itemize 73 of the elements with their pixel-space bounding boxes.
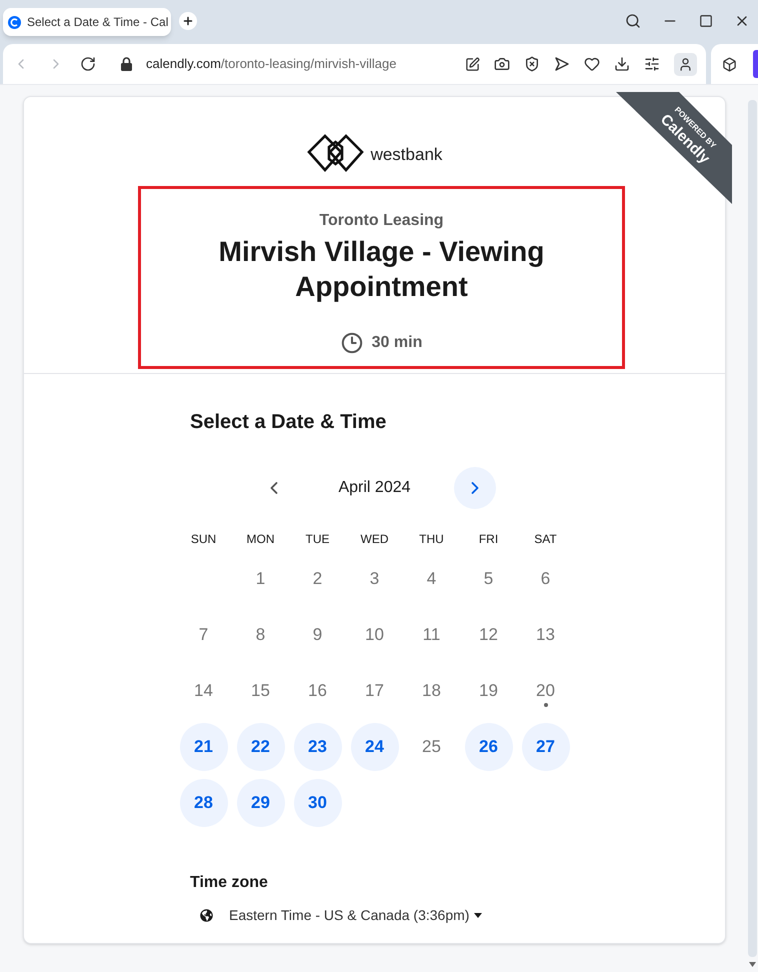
weekday-label: SAT [534,531,557,548]
lock-icon [121,57,132,71]
tab-title: Select a Date & Time - Cal [27,14,168,31]
day-button[interactable]: 30 [294,779,342,827]
day-number: 8 [256,625,266,645]
globe-icon [200,909,213,922]
day-number: 19 [479,681,498,701]
day-number: 1 [256,569,266,589]
weekday-label: WED [360,531,388,548]
time-zone-value: Eastern Time - US & Canada (3:36pm) [229,906,470,925]
day-button[interactable]: 27 [522,723,570,771]
day-button[interactable]: 29 [236,779,284,827]
shield-icon[interactable] [524,56,540,72]
day-number: 14 [194,681,213,701]
day-number: 2 [312,569,322,589]
cube-icon[interactable] [722,56,737,72]
day-button[interactable]: 21 [180,723,228,771]
day-number: 4 [426,569,436,589]
weekday-label: THU [419,531,444,548]
new-tab-button[interactable] [179,12,197,30]
day-number: 3 [370,569,380,589]
day-number: 18 [422,681,441,701]
arrow-icon[interactable] [554,56,570,72]
camera-icon[interactable] [494,56,510,72]
day-number: 6 [540,569,550,589]
day-number: 7 [198,625,208,645]
maximize-icon[interactable] [699,14,713,28]
calendar-heading: Select a Date & Time [190,410,386,434]
organizer-name: Toronto Leasing [319,211,444,231]
caret-down-icon [474,913,482,918]
sidebar-tab-marker [753,50,758,78]
weekday-label: SUN [190,531,216,548]
plus-icon [182,15,194,27]
day-button[interactable]: 28 [180,779,228,827]
day-number: 10 [365,625,384,645]
edit-icon[interactable] [465,56,480,72]
clock-icon [340,332,363,354]
logo-mark-icon [306,133,364,173]
person-icon [678,56,693,72]
day-number: 13 [536,625,555,645]
day-number: 17 [365,681,384,701]
calendar-logo-icon [8,16,21,28]
heart-icon[interactable] [584,56,600,72]
month-label: April 2024 [338,478,411,498]
day-number: 16 [308,681,327,701]
event-title: Mirvish Village - Viewing Appointment [218,235,546,304]
time-zone-select[interactable]: Eastern Time - US & Canada (3:36pm) [200,905,482,926]
time-zone-label: Time zone [190,874,268,891]
day-button[interactable]: 22 [236,723,284,771]
day-button[interactable]: 26 [464,723,512,771]
search-icon[interactable] [625,13,641,29]
day-number: 15 [251,681,270,701]
url-text[interactable]: calendly.com/toronto-leasing/mirvish-village [146,54,396,74]
sliders-icon[interactable] [644,56,660,72]
day-number: 9 [312,625,322,645]
scroll-down-icon[interactable] [748,962,756,967]
day-button[interactable]: 24 [350,723,398,771]
browser-tab[interactable]: Select a Date & Time - Cal [3,8,171,36]
download-icon[interactable] [614,56,630,72]
day-number: 12 [479,625,498,645]
reload-icon[interactable] [80,56,96,72]
weekday-label: MON [246,531,274,548]
day-number: 20 [536,681,555,701]
weekday-label: FRI [478,531,498,548]
day-number: 11 [422,625,440,645]
profile-button[interactable] [674,52,697,76]
day-number: 5 [484,569,494,589]
scrollbar-thumb[interactable] [748,100,756,957]
duration-text: 30 min [372,333,422,353]
day-button[interactable]: 23 [294,723,342,771]
brand-name: westbank [370,144,442,166]
weekday-label: TUE [306,531,330,548]
day-number: 25 [422,737,441,757]
